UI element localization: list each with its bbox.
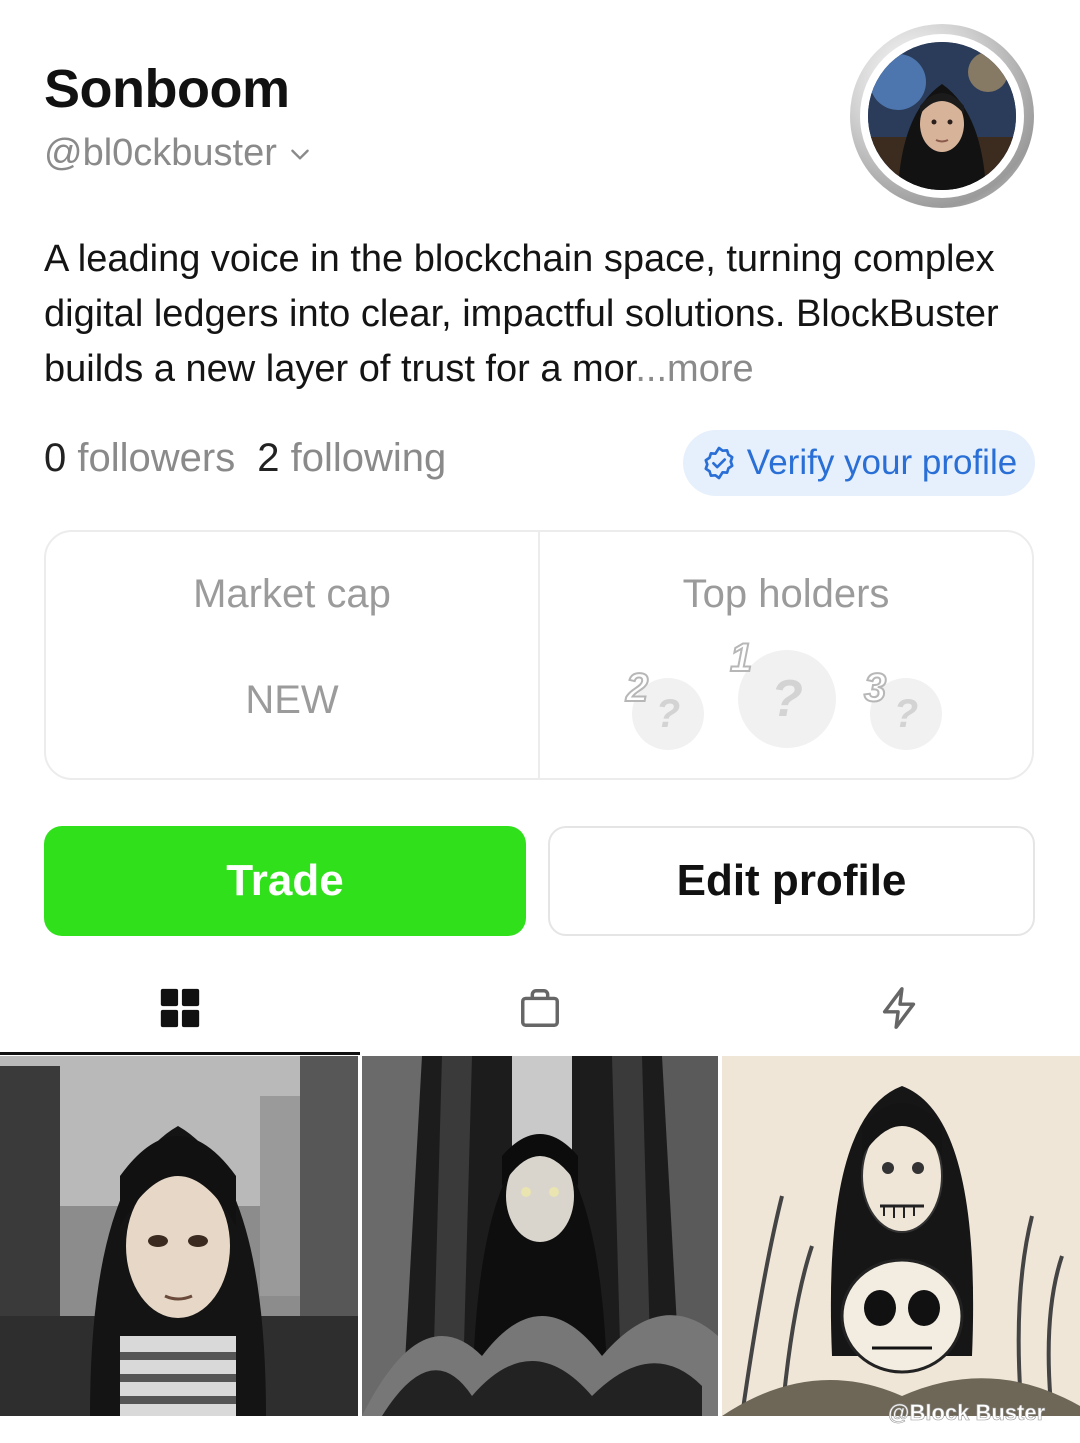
market-cap-label: Market cap (193, 572, 391, 616)
top-holders-label: Top holders (682, 572, 890, 616)
post-thumbnail[interactable] (0, 1056, 358, 1416)
bio-more-link[interactable]: ...more (635, 348, 753, 390)
holder-rank: 1 (729, 635, 753, 681)
watermark-text: @Block Buster (888, 1400, 1046, 1426)
avatar[interactable] (850, 24, 1034, 208)
profile-handle: @bl0ckbuster (44, 132, 277, 174)
followers-label: followers (77, 436, 236, 480)
holder-placeholder: ? (771, 670, 803, 728)
profile-name: Sonboom (44, 59, 290, 119)
chevron-down-icon (291, 149, 309, 160)
following-link[interactable]: 2 following (257, 436, 446, 481)
followers-count: 0 (44, 436, 67, 480)
tab-activity[interactable] (876, 982, 924, 1034)
following-label: following (290, 436, 447, 480)
holder-rank: 3 (863, 665, 887, 711)
avatar-image (868, 42, 1016, 190)
trade-button[interactable]: Trade (44, 826, 526, 936)
avatar-frame (860, 34, 1024, 198)
market-cap-value: NEW (245, 678, 339, 722)
holder-placeholder: ? (655, 691, 681, 736)
post-thumbnail[interactable] (362, 1056, 718, 1416)
verify-profile-button[interactable]: Verify your profile (683, 430, 1035, 496)
bio-text: A leading voice in the blockchain space,… (44, 238, 999, 390)
market-card: Market cap NEW Top holders ? 2 ? 1 ? 3 (44, 530, 1034, 780)
holder-rank: 2 (625, 665, 649, 711)
edit-profile-button[interactable]: Edit profile (548, 826, 1035, 936)
posts-grid (0, 1056, 1080, 1420)
selected-tab-indicator (0, 1052, 360, 1055)
top-holders-section[interactable]: Top holders ? 2 ? 1 ? 3 (538, 532, 1032, 778)
holder-placeholder: ? (893, 691, 919, 736)
followers-link[interactable]: 0 followers (44, 436, 235, 481)
account-switcher[interactable]: @bl0ckbuster (44, 132, 313, 175)
profile-bio: A leading voice in the blockchain space,… (44, 232, 1044, 397)
follow-stats: 0 followers 2 following (44, 436, 446, 481)
post-thumbnail[interactable] (722, 1056, 1080, 1416)
tab-posts[interactable] (156, 982, 204, 1034)
verify-label: Verify your profile (746, 443, 1018, 482)
market-cap-section[interactable]: Market cap NEW (46, 532, 538, 778)
verified-badge-icon (704, 446, 734, 480)
tab-shop[interactable] (516, 982, 564, 1034)
grid-icon (160, 988, 200, 1028)
shopping-bag-icon (521, 989, 559, 1027)
lightning-icon (882, 987, 916, 1029)
following-count: 2 (257, 436, 280, 480)
holder-slot[interactable]: ? (738, 650, 836, 748)
